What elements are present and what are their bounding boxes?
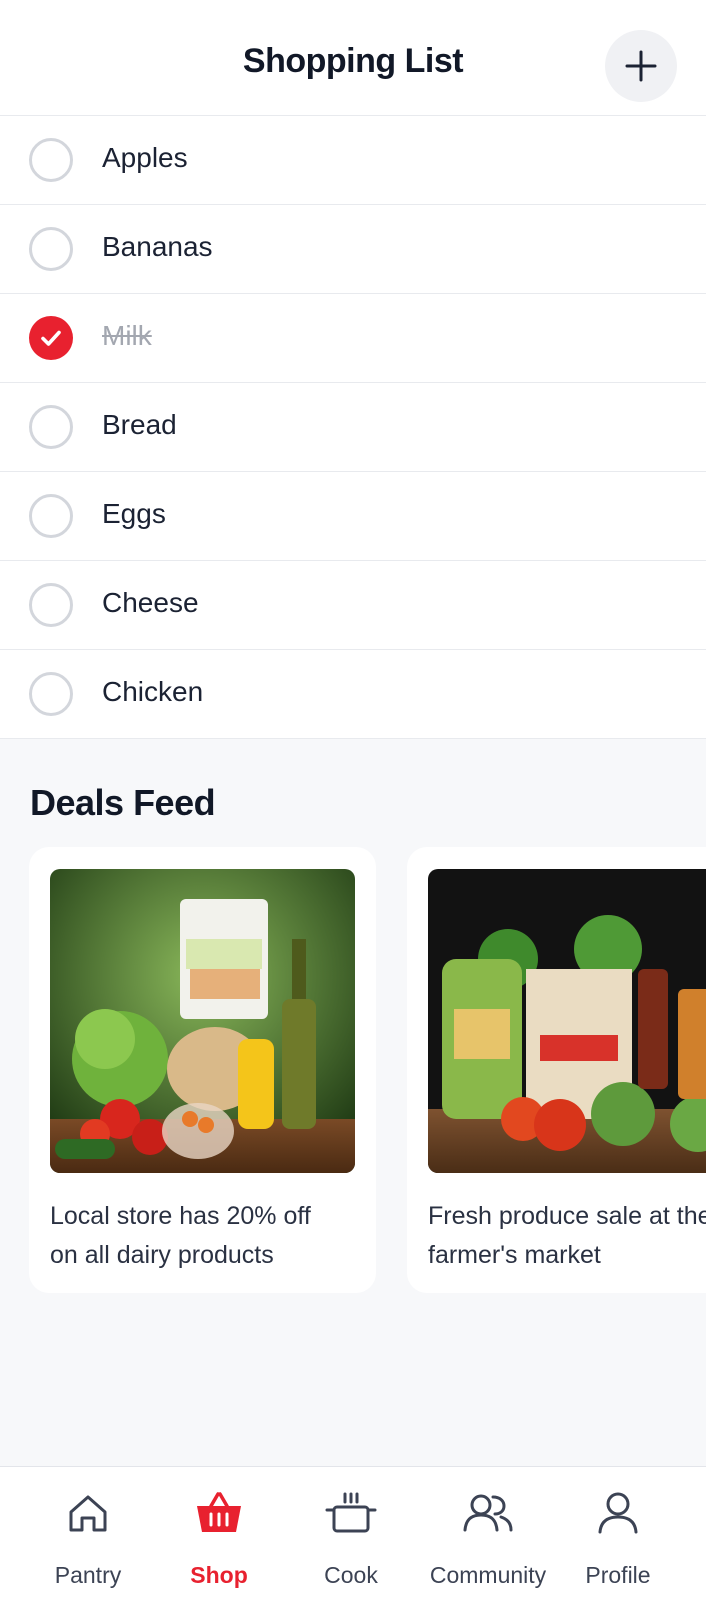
add-item-button[interactable] bbox=[605, 30, 677, 102]
app-header: Shopping List bbox=[0, 0, 706, 116]
bottom-nav: Pantry Shop Cook Community Profile bbox=[0, 1466, 706, 1600]
nav-cook[interactable]: Cook bbox=[285, 1467, 417, 1600]
list-item[interactable]: Bread bbox=[0, 383, 706, 472]
pot-icon bbox=[325, 1487, 377, 1539]
item-checkbox[interactable] bbox=[29, 138, 73, 182]
item-label: Eggs bbox=[102, 498, 166, 529]
item-label: Chicken bbox=[102, 676, 204, 707]
item-label: Apples bbox=[102, 142, 188, 173]
deals-feed-title: Deals Feed bbox=[30, 782, 216, 823]
list-item[interactable]: Apples bbox=[0, 116, 706, 205]
nav-label: Pantry bbox=[54, 1562, 122, 1588]
item-label: Cheese bbox=[102, 587, 199, 618]
nav-community[interactable]: Community bbox=[419, 1467, 557, 1600]
deal-text: Local store has 20% off on all dairy pro… bbox=[50, 1202, 311, 1269]
nav-label: Cook bbox=[324, 1562, 378, 1588]
list-item[interactable]: Cheese bbox=[0, 561, 706, 650]
nav-label: Profile bbox=[585, 1562, 651, 1588]
nav-label: Shop bbox=[190, 1562, 248, 1588]
deals-carousel[interactable]: Local store has 20% off on all dairy pro… bbox=[0, 847, 706, 1293]
list-item[interactable]: Chicken bbox=[0, 650, 706, 739]
deal-image bbox=[428, 869, 706, 1173]
nav-pantry[interactable]: Pantry bbox=[22, 1467, 154, 1600]
page-title: Shopping List bbox=[242, 42, 464, 80]
list-item[interactable]: Bananas bbox=[0, 205, 706, 294]
nav-shop[interactable]: Shop bbox=[153, 1467, 285, 1600]
list-item[interactable]: Eggs bbox=[0, 472, 706, 561]
item-checkbox-checked[interactable] bbox=[29, 316, 73, 360]
item-checkbox[interactable] bbox=[29, 405, 73, 449]
list-item[interactable]: Milk bbox=[0, 294, 706, 383]
deal-card[interactable]: Fresh produce sale at the farmer's marke… bbox=[407, 847, 706, 1293]
nav-label: Community bbox=[429, 1562, 547, 1588]
item-label: Bread bbox=[102, 409, 177, 440]
user-icon bbox=[592, 1487, 644, 1539]
deal-image bbox=[50, 869, 355, 1173]
checkmark-icon bbox=[41, 330, 61, 346]
item-checkbox[interactable] bbox=[29, 494, 73, 538]
item-checkbox[interactable] bbox=[29, 583, 73, 627]
item-label: Bananas bbox=[102, 231, 213, 262]
deal-text: Fresh produce sale at the farmer's marke… bbox=[428, 1202, 706, 1269]
plus-icon bbox=[625, 50, 657, 82]
nav-profile[interactable]: Profile bbox=[552, 1467, 684, 1600]
users-icon bbox=[462, 1487, 514, 1539]
item-checkbox[interactable] bbox=[29, 227, 73, 271]
home-icon bbox=[62, 1487, 114, 1539]
item-checkbox[interactable] bbox=[29, 672, 73, 716]
basket-icon bbox=[193, 1487, 245, 1539]
item-label: Milk bbox=[102, 320, 152, 351]
deal-card[interactable]: Local store has 20% off on all dairy pro… bbox=[29, 847, 376, 1293]
shopping-list: Apples Bananas Milk Bread Eggs Cheese Ch… bbox=[0, 116, 706, 739]
